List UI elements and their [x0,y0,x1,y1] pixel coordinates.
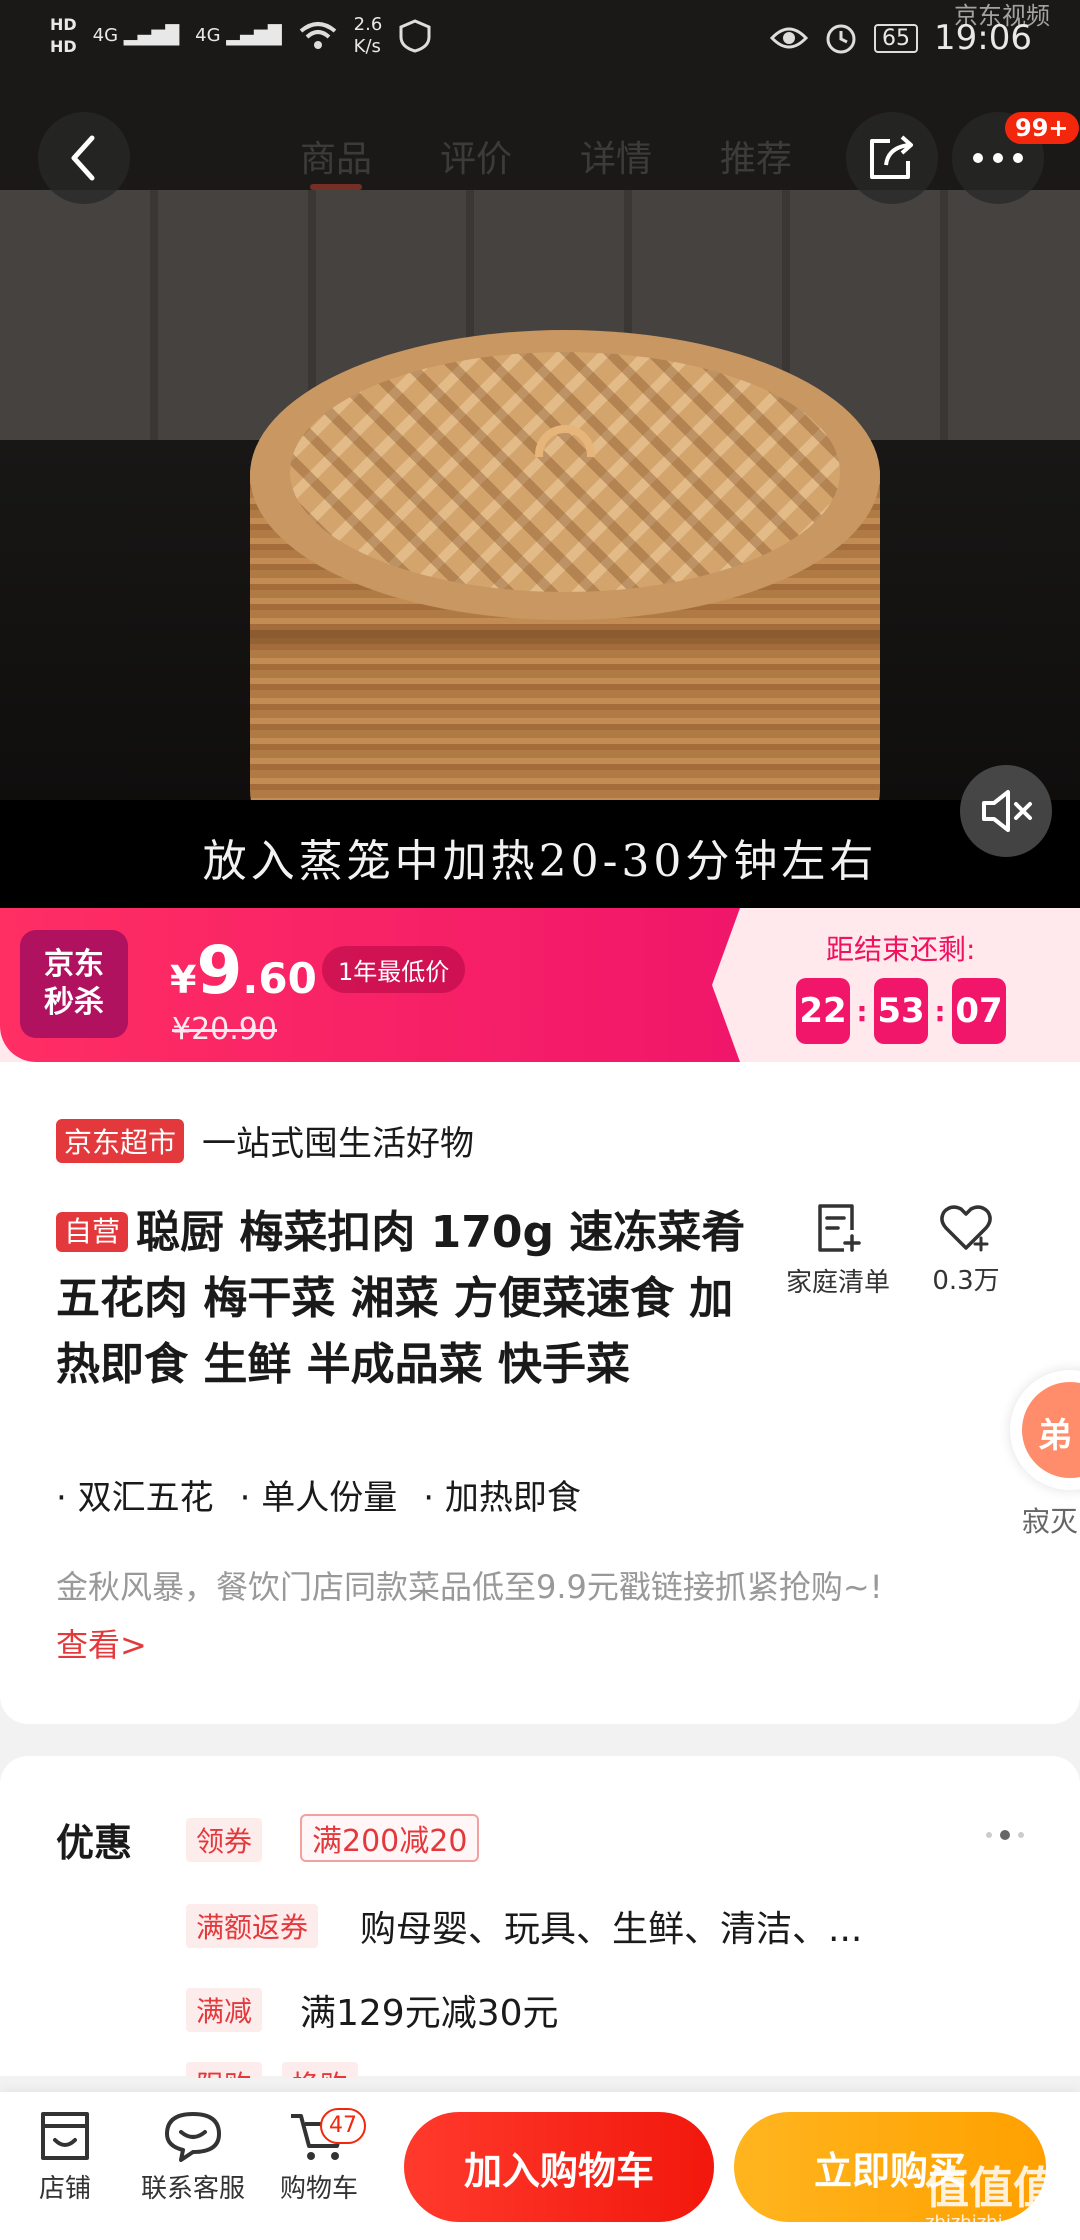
signal-1: 4G ▂▄▆█ [92,25,180,46]
bamboo-steamer-image [250,330,880,850]
family-list-button[interactable]: 家庭清单 [768,1202,908,1299]
product-info-card: 京东超市 一站式囤生活好物 自营 聪厨 梅菜扣肉 170g 速冻菜肴 五花肉 梅干… [0,1062,1080,1724]
signal-2: 4G ▂▄▆█ [195,25,282,46]
coupon-chip[interactable]: 满200减20 [300,1814,480,1862]
coupon-tag: 领券 [186,1818,263,1862]
supermarket-row[interactable]: 京东超市 一站式囤生活好物 [56,1116,474,1165]
countdown-timer: 22 : 53 : 07 [796,978,1006,1044]
supermarket-tag: 京东超市 [56,1118,185,1163]
favorite-button[interactable]: 0.3万 [896,1202,1036,1297]
flash-sale-banner: 京东 秒杀 ¥9.60 1年最低价 ¥20.90 距结束还剩: 22 : 53 … [0,908,1080,1062]
floating-widget-label: 寂灭 [1022,1505,1079,1538]
countdown-seconds: 07 [952,978,1006,1044]
discounts-card: 优惠 领券 满200减20 满额返券 购母婴、玩具、生鲜、清洁、... 满减 满… [0,1756,1080,2078]
network-speed: 2.6 K/s [353,14,383,57]
lowest-price-tag: 1年最低价 [322,946,466,993]
limit-tag: 限购 [186,2062,263,2078]
chevron-left-icon [71,135,95,181]
hd-indicator: HD HD [50,15,77,56]
message-badge: 99+ [1005,112,1079,144]
swap-tag: 换购 [282,2062,359,2078]
tab-recommend[interactable]: 推荐 [720,130,792,182]
countdown-hours: 22 [796,978,850,1044]
back-button[interactable] [38,112,130,204]
share-icon [870,135,913,179]
more-dots-icon [973,153,1023,163]
heart-icon [940,1205,992,1252]
view-link[interactable]: 查看> [56,1620,147,1666]
rebate-text[interactable]: 购母婴、玩具、生鲜、清洁、... [360,1900,862,1952]
tab-reviews[interactable]: 评价 [440,130,512,182]
supermarket-slogan: 一站式囤生活好物 [202,1124,475,1164]
selling-point: · 双汇五花 [56,1478,214,1518]
selling-points: · 双汇五花 · 单人份量 · 加热即食 [56,1470,581,1519]
wifi-icon [299,22,336,49]
top-nav: 商品 评价 详情 推荐 [0,80,1080,204]
selling-point: · 加热即食 [423,1478,581,1518]
discounts-title: 优惠 [56,1821,133,1865]
chat-bubble-icon [165,2112,221,2162]
countdown-minutes: 53 [874,978,928,1044]
pager-dots [986,1830,1024,1840]
selling-point: · 单人份量 [239,1478,398,1518]
clock: 19:06 [934,18,1032,58]
reduce-tag: 满减 [186,1988,263,2032]
customer-service-button[interactable]: 联系客服 [128,2110,258,2205]
promo-text: 金秋风暴，餐饮门店同款菜品低至9.9元戳链接抓紧抢购~! [56,1568,883,1606]
sale-price: ¥9.60 [170,932,317,1009]
tab-details[interactable]: 详情 [580,130,652,182]
cart-count-badge: 47 [320,2108,366,2144]
countdown-label: 距结束还剩: [826,933,976,966]
video-subtitle: 放入蒸笼中加热20-30分钟左右 [202,836,878,887]
alarm-icon [826,24,856,54]
battery-indicator: 65 [874,23,919,53]
status-bar: HD HD 4G ▂▄▆█ 4G ▂▄▆█ 2.6 K/s 京东视频 65 19:0… [0,0,1080,80]
site-watermark: 值值值 zhizhizhi.com [925,2163,1057,2233]
speaker-muted-icon [982,790,1032,832]
list-add-icon [818,1204,861,1252]
eye-icon [770,27,809,49]
tab-product[interactable]: 商品 [300,130,372,190]
mute-button[interactable] [960,765,1052,857]
bottom-action-bar: 店铺 联系客服 购物车 47 加入购物车 立即购买 [0,2092,1080,2240]
shop-icon [41,2112,89,2160]
rebate-tag: 满额返券 [186,1904,319,1948]
self-operated-tag: 自营 [56,1212,129,1252]
product-title: 自营 聪厨 梅菜扣肉 170g 速冻菜肴 五花肉 梅干菜 湘菜 方便菜速食 加热即… [56,1207,746,1390]
shield-icon [399,19,431,53]
jd-seckill-logo: 京东 秒杀 [20,930,128,1038]
shop-button[interactable]: 店铺 [0,2110,130,2205]
reduce-text[interactable]: 满129元减30元 [300,1984,559,2036]
share-button[interactable] [846,112,938,204]
original-price: ¥20.90 [172,1012,277,1047]
page-tabs: 商品 评价 详情 推荐 [300,130,792,190]
add-to-cart-button[interactable]: 加入购物车 [404,2112,714,2222]
